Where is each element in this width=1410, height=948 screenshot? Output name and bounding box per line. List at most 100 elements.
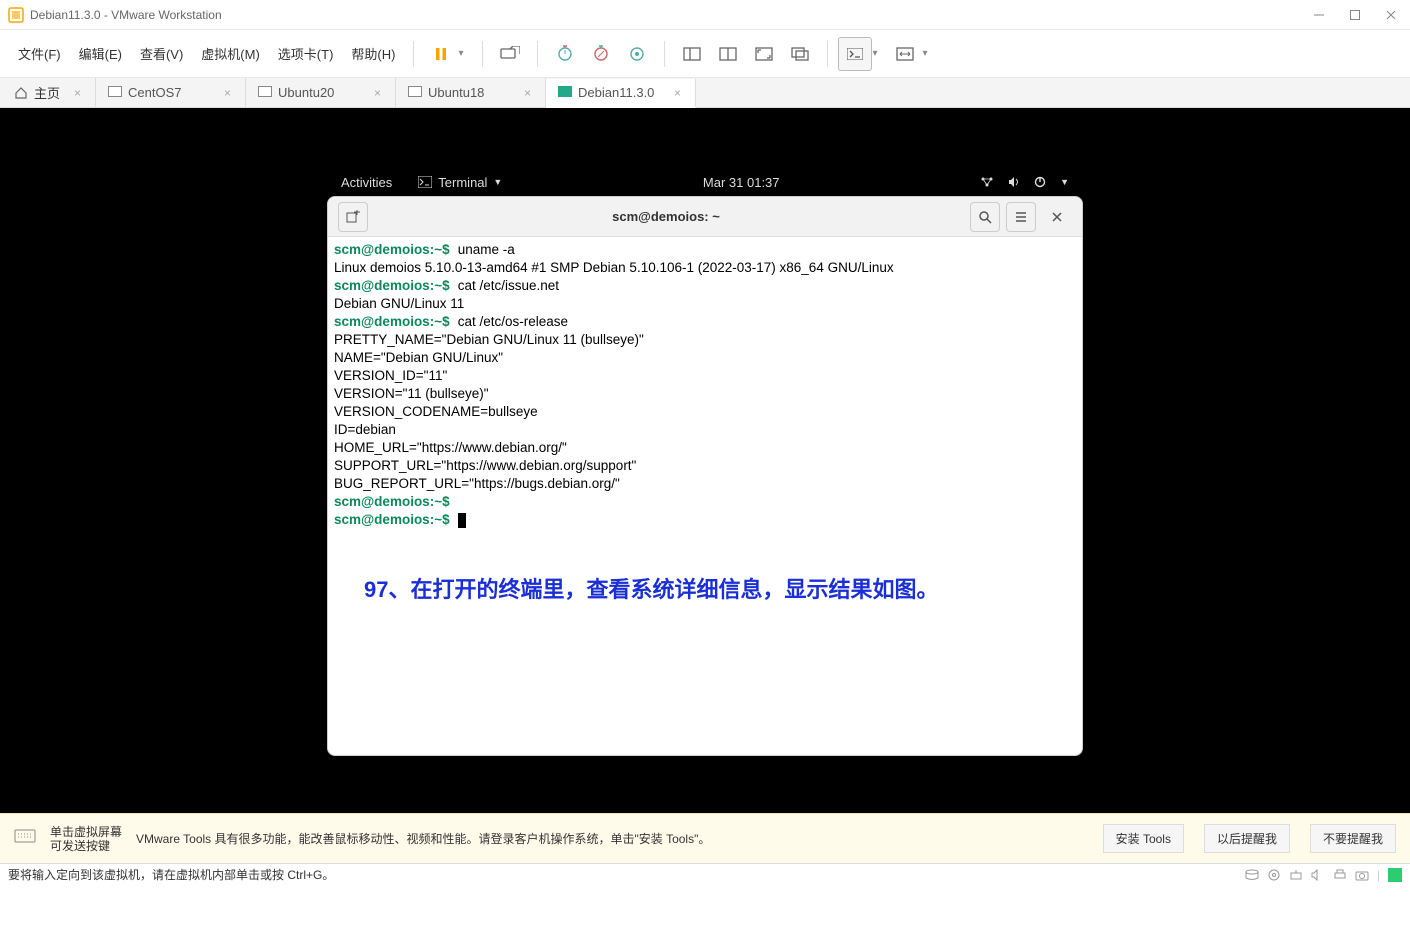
gnome-clock[interactable]: Mar 31 01:37: [502, 175, 980, 190]
terminal-out: VERSION="11 (bullseye)": [334, 386, 489, 401]
never-remind-button[interactable]: 不要提醒我: [1310, 824, 1396, 853]
gnome-appmenu[interactable]: Terminal ▼: [418, 175, 502, 190]
home-icon: [14, 86, 28, 100]
status-message: 要将输入定向到该虚拟机，请在虚拟机内部单击或按 Ctrl+G。: [8, 866, 1245, 883]
tab-home[interactable]: 主页 ×: [0, 78, 96, 107]
maximize-button[interactable]: [1348, 8, 1362, 22]
terminal-out: VERSION_ID="11": [334, 368, 447, 383]
separator: [413, 41, 414, 67]
guest-screen: Activities Terminal ▼ Mar 31 01:37 ▼ scm…: [327, 168, 1083, 756]
console-dropdown[interactable]: ▾: [872, 48, 882, 59]
gnome-topbar: Activities Terminal ▼ Mar 31 01:37 ▼: [327, 168, 1083, 196]
vm-icon: [560, 88, 572, 97]
terminal-cmd2: cat /etc/issue.net: [458, 278, 559, 293]
menu-button[interactable]: [1006, 202, 1036, 232]
infobar-hint-tools: VMware Tools 具有很多功能，能改善鼠标移动性、视频和性能。请登录客户…: [136, 830, 1083, 847]
search-button[interactable]: [970, 202, 1000, 232]
network-icon: [980, 176, 994, 188]
snapshot-revert-button[interactable]: [584, 37, 618, 71]
pause-dropdown[interactable]: ▾: [458, 48, 468, 59]
snapshot-take-button[interactable]: [548, 37, 582, 71]
snapshot-button[interactable]: [493, 37, 527, 71]
chevron-down-icon: ▼: [493, 177, 502, 187]
disk-icon[interactable]: [1245, 869, 1259, 881]
cursor: [458, 513, 466, 528]
terminal-out: Linux demoios 5.10.0-13-amd64 #1 SMP Deb…: [334, 260, 894, 275]
power-icon: [1034, 176, 1046, 188]
stretch-dropdown[interactable]: ▾: [922, 48, 932, 59]
install-tools-button[interactable]: 安装 Tools: [1103, 824, 1184, 853]
tab-home-close[interactable]: ×: [74, 86, 81, 100]
terminal-out: HOME_URL="https://www.debian.org/": [334, 440, 567, 455]
tab-close[interactable]: ×: [224, 86, 231, 100]
terminal-cmd1: uname -a: [458, 242, 515, 257]
stretch-button[interactable]: [888, 37, 922, 71]
terminal-close-button[interactable]: [1042, 202, 1072, 232]
menu-help[interactable]: 帮助(H): [343, 40, 403, 67]
terminal-out: BUG_REPORT_URL="https://bugs.debian.org/…: [334, 476, 620, 491]
tab-centos7[interactable]: CentOS7 ×: [96, 78, 246, 107]
menu-edit[interactable]: 编辑(E): [71, 40, 130, 67]
menu-file[interactable]: 文件(F): [10, 40, 69, 67]
pause-button[interactable]: [424, 37, 458, 71]
console-button[interactable]: [838, 37, 872, 71]
chevron-down-icon: ▼: [1060, 177, 1069, 187]
vm-status-indicator[interactable]: [1388, 868, 1402, 882]
gnome-activities[interactable]: Activities: [341, 175, 392, 190]
menu-view[interactable]: 查看(V): [132, 40, 191, 67]
terminal-out: SUPPORT_URL="https://www.debian.org/supp…: [334, 458, 636, 473]
terminal-titlebar: scm@demoios: ~: [328, 197, 1082, 237]
window-title: Debian11.3.0 - VMware Workstation: [30, 8, 1312, 22]
view-single-button[interactable]: [675, 37, 709, 71]
terminal-out: NAME="Debian GNU/Linux": [334, 350, 503, 365]
menu-tabs[interactable]: 选项卡(T): [270, 40, 342, 67]
terminal-out: ID=debian: [334, 422, 396, 437]
tab-home-label: 主页: [34, 83, 60, 102]
tab-label: Ubuntu18: [428, 85, 518, 100]
tab-label: Debian11.3.0: [578, 85, 668, 100]
terminal-body[interactable]: scm@demoios:~$ uname -a Linux demoios 5.…: [328, 237, 1082, 602]
menubar: 文件(F) 编辑(E) 查看(V) 虚拟机(M) 选项卡(T) 帮助(H) ▾ …: [0, 30, 1410, 78]
tab-ubuntu18[interactable]: Ubuntu18 ×: [396, 78, 546, 107]
camera-icon[interactable]: [1355, 869, 1369, 881]
menu-vm[interactable]: 虚拟机(M): [193, 40, 268, 67]
vm-icon: [260, 88, 272, 97]
titlebar: Debian11.3.0 - VMware Workstation: [0, 0, 1410, 30]
vm-icon: [110, 88, 122, 97]
network-icon[interactable]: [1289, 869, 1303, 881]
terminal-window: scm@demoios: ~ scm@demoios:~$ uname -a L…: [327, 196, 1083, 756]
terminal-out: PRETTY_NAME="Debian GNU/Linux 11 (bullse…: [334, 332, 644, 347]
annotation-text: 97、在打开的终端里，查看系统详细信息，显示结果如图。: [334, 581, 1076, 598]
snapshot-manage-button[interactable]: [620, 37, 654, 71]
terminal-out: Debian GNU/Linux 11: [334, 296, 464, 311]
unity-button[interactable]: [783, 37, 817, 71]
view-multi-button[interactable]: [711, 37, 745, 71]
terminal-icon: [418, 176, 432, 188]
fullscreen-button[interactable]: [747, 37, 781, 71]
separator: [537, 41, 538, 67]
infobar-hint-click: 单击虚拟屏幕 可发送按键: [50, 825, 122, 853]
volume-icon: [1008, 176, 1020, 188]
tab-debian11[interactable]: Debian11.3.0 ×: [546, 79, 696, 108]
new-tab-button[interactable]: [338, 202, 368, 232]
printer-icon[interactable]: [1333, 869, 1347, 881]
terminal-title: scm@demoios: ~: [368, 209, 964, 224]
terminal-out: VERSION_CODENAME=bullseye: [334, 404, 538, 419]
tab-close[interactable]: ×: [674, 86, 681, 100]
tabbar: 主页 × CentOS7 × Ubuntu20 × Ubuntu18 × Deb…: [0, 78, 1410, 108]
infobar: 单击虚拟屏幕 可发送按键 VMware Tools 具有很多功能，能改善鼠标移动…: [0, 813, 1410, 863]
separator: [482, 41, 483, 67]
tab-close[interactable]: ×: [524, 86, 531, 100]
statusbar: 要将输入定向到该虚拟机，请在虚拟机内部单击或按 Ctrl+G。 |: [0, 863, 1410, 885]
tab-label: CentOS7: [128, 85, 218, 100]
app-logo: [8, 7, 24, 23]
minimize-button[interactable]: [1312, 8, 1326, 22]
tab-ubuntu20[interactable]: Ubuntu20 ×: [246, 78, 396, 107]
cdrom-icon[interactable]: [1267, 869, 1281, 881]
gnome-tray[interactable]: ▼: [980, 176, 1069, 188]
tab-close[interactable]: ×: [374, 86, 381, 100]
vm-display[interactable]: Activities Terminal ▼ Mar 31 01:37 ▼ scm…: [0, 108, 1410, 813]
sound-icon[interactable]: [1311, 869, 1325, 881]
close-button[interactable]: [1384, 8, 1398, 22]
remind-later-button[interactable]: 以后提醒我: [1204, 824, 1290, 853]
